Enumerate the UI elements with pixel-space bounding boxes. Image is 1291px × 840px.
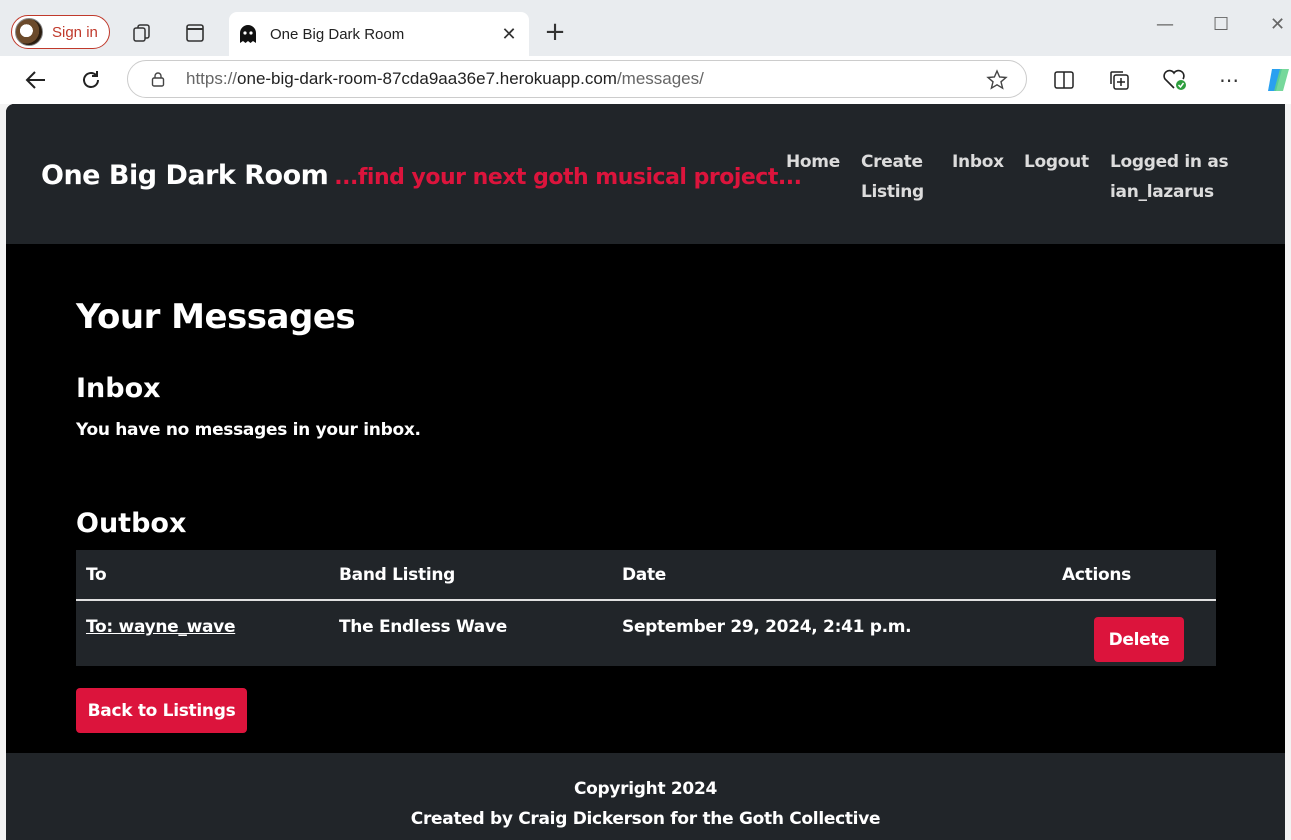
footer-credit: Created by Craig Dickerson for the Goth … xyxy=(410,809,881,829)
column-header-date: Date xyxy=(612,550,1052,601)
url-text: https://one-big-dark-room-87cda9aa36e7.h… xyxy=(186,69,704,88)
column-header-actions: Actions xyxy=(1052,550,1216,601)
more-options-icon[interactable]: ⋯ xyxy=(1217,68,1241,92)
close-tab-icon[interactable]: ✕ xyxy=(499,24,519,45)
copilot-icon[interactable] xyxy=(1266,66,1291,94)
profile-avatar xyxy=(15,18,43,46)
browser-tab-bar: Sign in One Big Dark Room ✕ + — ☐ ✕ xyxy=(0,0,1291,56)
inbox-empty-message: You have no messages in your inbox. xyxy=(76,420,421,440)
recipient-link[interactable]: To: wayne_wave xyxy=(86,617,236,637)
page-content: Your Messages Inbox You have no messages… xyxy=(6,104,1285,840)
tab-one-big-dark-room[interactable]: One Big Dark Room ✕ xyxy=(229,12,529,56)
site-footer: Copyright 2024 Created by Craig Dickerso… xyxy=(6,753,1285,840)
delete-button[interactable]: Delete xyxy=(1094,617,1184,662)
close-window-icon[interactable]: ✕ xyxy=(1270,14,1285,35)
vertical-tabs-icon[interactable] xyxy=(184,22,206,44)
cell-band-listing: The Endless Wave xyxy=(339,617,507,637)
outbox-heading: Outbox xyxy=(76,508,187,539)
table-row: To: wayne_wave The Endless Wave Septembe… xyxy=(76,600,1216,666)
inbox-heading: Inbox xyxy=(76,373,161,404)
page-title: Your Messages xyxy=(76,297,356,337)
footer-copyright: Copyright 2024 xyxy=(573,779,718,799)
workspaces-icon[interactable] xyxy=(130,22,154,44)
refresh-icon[interactable] xyxy=(79,68,103,92)
split-screen-icon[interactable] xyxy=(1052,68,1076,92)
cell-to: To: wayne_wave xyxy=(76,600,329,666)
browser-essentials-icon[interactable] xyxy=(1162,68,1188,92)
minimize-icon[interactable]: — xyxy=(1156,14,1174,35)
cell-date: September 29, 2024, 2:41 p.m. xyxy=(622,617,912,637)
column-header-band-listing: Band Listing xyxy=(329,550,612,601)
back-arrow-icon[interactable] xyxy=(24,68,48,92)
signin-label: Sign in xyxy=(52,23,98,41)
address-bar[interactable]: https://one-big-dark-room-87cda9aa36e7.h… xyxy=(127,60,1027,98)
back-to-listings-button[interactable]: Back to Listings xyxy=(76,688,247,733)
outbox-header-row: To Band Listing Date Actions xyxy=(76,550,1216,601)
lock-icon[interactable] xyxy=(150,71,166,87)
tab-title: One Big Dark Room xyxy=(270,25,405,43)
new-tab-icon[interactable]: + xyxy=(543,17,567,47)
column-header-to: To xyxy=(76,550,329,601)
browser-toolbar: https://one-big-dark-room-87cda9aa36e7.h… xyxy=(0,56,1291,104)
collections-icon[interactable] xyxy=(1107,68,1131,92)
favorite-star-icon[interactable] xyxy=(986,69,1008,91)
maximize-icon[interactable]: ☐ xyxy=(1213,14,1229,35)
cell-actions: Delete xyxy=(1052,600,1216,666)
profile-signin-button[interactable]: Sign in xyxy=(11,15,110,49)
ghost-icon xyxy=(240,25,256,43)
outbox-table: To Band Listing Date Actions To: wayne_w… xyxy=(76,550,1216,666)
